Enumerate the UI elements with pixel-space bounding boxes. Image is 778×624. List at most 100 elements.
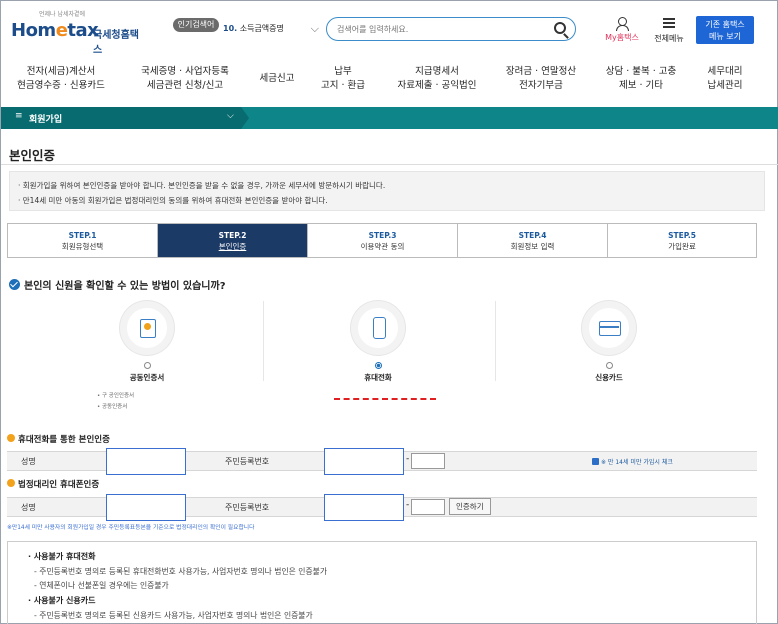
guardian-rrn-front-field[interactable]	[324, 494, 404, 521]
gnb-item-tax-report[interactable]: 세금신고	[249, 72, 305, 86]
breadcrumb-label: 회원가입	[29, 115, 63, 125]
method-credit-card[interactable]: 신용카드	[574, 301, 644, 383]
rrn-separator: -	[406, 500, 410, 510]
under14-checkbox[interactable]: ※ 만 14세 미만 가입시 체크	[592, 457, 673, 466]
step-number: STEP.1	[68, 231, 97, 240]
logo-wordmark: Hometax	[11, 20, 99, 41]
guardian-rrn-front-input[interactable]	[325, 495, 403, 520]
phone-auth-row: 성명 주민등록번호 - ※ 만 14세 미만 가입시 체크	[7, 448, 757, 475]
gnb-line1: 납부	[334, 66, 352, 77]
site-header: 언제나 납세자곁에 Hometax 국세청홈택스 인기검색어 10. 소득금액증…	[1, 1, 778, 57]
certificate-sub-item: • 구 공인인증서	[97, 393, 135, 399]
guide-item: - 연체폰이나 선불폰일 경우에는 인증불가	[34, 581, 169, 590]
method-divider	[263, 301, 264, 381]
gnb-line2: 전자기부금	[519, 80, 563, 91]
guardian-rrn-back-field[interactable]	[411, 499, 445, 518]
guardian-note: ※만14세 미만 사용자의 회원가입일 경우 주민등록표등본을 기준으로 법정대…	[7, 525, 255, 531]
old-menu-button[interactable]: 기존 홈택스 메뉴 보기	[696, 16, 754, 44]
step-label: 이용약관 동의	[360, 242, 405, 251]
gnb-item-agent[interactable]: 세무대리납세관리	[695, 65, 755, 93]
certificate-option-circle[interactable]	[120, 301, 174, 355]
rrn-back-input[interactable]	[412, 457, 444, 472]
all-menu-label: 전체메뉴	[654, 34, 684, 43]
breadcrumb[interactable]: ≡ 회원가입 ⌵	[1, 107, 249, 129]
name-field[interactable]	[106, 448, 186, 475]
guardian-section-title: 법정대리인 휴대폰인증	[7, 478, 99, 490]
phone-radio[interactable]	[374, 362, 382, 369]
name-label: 성명	[21, 457, 36, 466]
method-mobile-phone[interactable]: 휴대전화	[343, 301, 413, 383]
checkbox-icon[interactable]	[592, 458, 599, 465]
bullet-icon	[7, 479, 15, 487]
search-input[interactable]	[337, 21, 537, 37]
card-option-circle[interactable]	[582, 301, 636, 355]
gnb-line2: 고지 · 환급	[320, 80, 366, 91]
certificate-icon	[140, 319, 156, 338]
guardian-rrn-back-input[interactable]	[412, 503, 444, 518]
all-menu-button[interactable]: 전체메뉴	[651, 17, 687, 47]
gnb-line1: 전자(세금)계산서	[26, 66, 96, 77]
popular-search-select[interactable]: 10. 소득금액증명 ⌵	[223, 18, 321, 40]
phone-option-circle[interactable]	[351, 301, 405, 355]
gnb-item-statement[interactable]: 지급명세서 자료제출 · 공익법인	[387, 65, 487, 93]
hamburger-icon	[663, 18, 675, 28]
hometax-logo[interactable]: 언제나 납세자곁에 Hometax 국세청홈택스	[9, 9, 139, 56]
chevron-down-icon: ⌵	[227, 111, 234, 121]
step-2: STEP.2 본인인증	[158, 224, 308, 257]
page-title: 본인인증	[9, 148, 56, 163]
gnb-line1: 세금신고	[259, 73, 295, 84]
auth-button[interactable]: 인증하기	[449, 498, 491, 515]
under14-label: ※ 만 14세 미만 가입시 체크	[601, 459, 673, 466]
guide-item: - 주민등록번호 명의로 등록된 휴대전화번호 사용가능, 사업자번호 명의나 …	[34, 567, 327, 576]
gnb-line2: 납세관리	[707, 80, 743, 91]
step-number: STEP.4	[518, 231, 547, 240]
bullet-icon	[7, 434, 15, 442]
guide-heading: · 사용불가 신용카드	[28, 596, 96, 605]
step-label: 회원유형선택	[61, 242, 104, 251]
name-input[interactable]	[107, 449, 185, 474]
title-divider	[1, 164, 778, 165]
rrn-label: 주민등록번호	[225, 457, 270, 466]
search-box	[326, 17, 576, 41]
gnb-item-certificate[interactable]: 국세증명 · 사업자등록 세금관련 신청/신고	[127, 65, 243, 93]
notice-box: · 회원가입을 위하여 본인인증을 받아야 합니다. 본인인증을 받을 수 없을…	[9, 171, 765, 211]
step-number: STEP.2	[218, 231, 247, 240]
old-menu-line1: 기존 홈택스	[705, 20, 745, 29]
my-hometax-button[interactable]: My홈택스	[602, 17, 642, 47]
gnb-item-payment[interactable]: 납부고지 · 환급	[307, 65, 379, 93]
step-5: STEP.5 가입완료	[608, 224, 756, 257]
rrn-back-field[interactable]	[411, 453, 445, 472]
step-3: STEP.3 이용약관 동의	[308, 224, 458, 257]
certificate-radio[interactable]	[143, 362, 151, 369]
page-scrollbar[interactable]	[765, 129, 777, 624]
logo-korean: 국세청홈택스	[93, 30, 139, 56]
gnb-line1: 상담 · 불복 · 고충	[605, 66, 677, 77]
chevron-down-icon: ⌵	[310, 22, 319, 35]
mobile-phone-icon	[373, 317, 386, 339]
guardian-section-title-text: 법정대리인 휴대폰인증	[18, 480, 100, 490]
gnb-line1: 세무대리	[707, 66, 743, 77]
rrn-front-input[interactable]	[325, 449, 403, 474]
rrn-separator: -	[406, 454, 410, 464]
guardian-name-input[interactable]	[107, 495, 185, 520]
gnb-line1: 국세증명 · 사업자등록	[141, 66, 229, 77]
red-dashed-underline	[334, 398, 436, 400]
step-4: STEP.4 회원정보 입력	[458, 224, 608, 257]
gnb-item-e-invoice[interactable]: 전자(세금)계산서 현금영수증 · 신용카드	[7, 65, 115, 93]
card-radio[interactable]	[605, 362, 613, 369]
gnb-item-consult[interactable]: 상담 · 불복 · 고충 제보 · 기타	[599, 65, 683, 93]
method-label: 신용카드	[595, 373, 623, 382]
popular-search-badge: 인기검색어	[173, 18, 219, 32]
guide-item: - 주민등록번호 명의로 등록된 신용카드 사용가능, 사업자번호 명의나 법인…	[34, 611, 313, 620]
usage-guide-box: · 사용불가 휴대전화 - 주민등록번호 명의로 등록된 휴대전화번호 사용가능…	[7, 541, 757, 624]
step-label: 회원정보 입력	[510, 242, 555, 251]
notice-line: · 회원가입을 위하여 본인인증을 받아야 합니다. 본인인증을 받을 수 없을…	[18, 181, 386, 190]
gnb-item-incentive[interactable]: 장려금 · 연말정산 전자기부금	[495, 65, 587, 93]
method-certificate[interactable]: 공동인증서	[112, 301, 182, 383]
search-icon[interactable]	[554, 22, 566, 34]
rrn-front-field[interactable]	[324, 448, 404, 475]
logo-tagline: 언제나 납세자곁에	[39, 11, 86, 18]
sub-menu-bar: ≡ 회원가입 ⌵	[1, 107, 778, 129]
popular-search-rank: 10.	[223, 24, 238, 33]
guardian-name-field[interactable]	[106, 494, 186, 521]
